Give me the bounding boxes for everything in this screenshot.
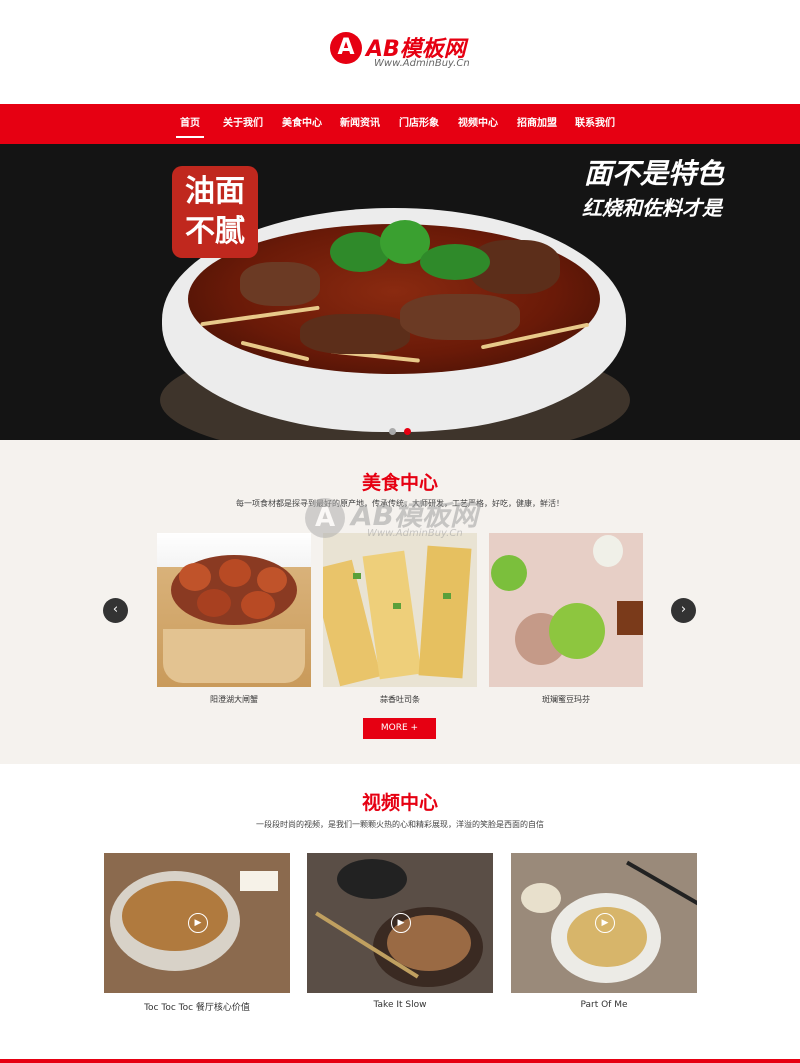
video-card-caption: Toc Toc Toc 餐厅核心价值 — [144, 1003, 250, 1013]
hero-banner[interactable]: 油面 不腻 面不是特色 红烧和佐料才是 — [0, 144, 800, 440]
beef-slice — [400, 294, 520, 340]
play-icon[interactable]: ▶ — [391, 913, 411, 933]
nav-item-contact[interactable]: 联系我们 — [575, 104, 615, 144]
nav-item-news[interactable]: 新闻资讯 — [340, 104, 380, 144]
logo-subtitle: Www.AdminBuy.Cn — [374, 58, 470, 69]
nav-item-home[interactable]: 首页 — [176, 104, 204, 144]
video-thumb-noodles: ▶ — [511, 853, 697, 993]
video-card-caption: Take It Slow — [373, 1000, 427, 1010]
watermark: A AB模板网 Www.AdminBuy.Cn — [303, 492, 503, 552]
slider-dot-active[interactable] — [404, 428, 411, 435]
watermark-mark: A — [305, 498, 345, 538]
food-card[interactable]: 阳澄湖大闸蟹 — [157, 533, 311, 705]
food-card-caption: 阳澄湖大闸蟹 — [210, 695, 258, 704]
beef-slice — [300, 314, 410, 354]
badge-line-1: 油面 — [185, 174, 245, 209]
play-icon[interactable]: ▶ — [188, 913, 208, 933]
logo-mark-icon: A — [330, 32, 362, 64]
video-card[interactable]: ▶ Toc Toc Toc 餐厅核心价值 — [104, 853, 290, 1013]
food-card[interactable]: 蒜香吐司条 — [323, 533, 477, 705]
play-icon[interactable]: ▶ — [595, 913, 615, 933]
food-card-caption: 斑斓蜜豆玛芬 — [542, 695, 590, 704]
footer-bar — [0, 1059, 800, 1063]
food-card[interactable]: 斑斓蜜豆玛芬 — [489, 533, 643, 705]
video-thumb-ramen: ▶ — [104, 853, 290, 993]
slogan-line-1: 面不是特色 — [584, 157, 725, 190]
video-card[interactable]: ▶ Part Of Me — [511, 853, 697, 1010]
food-image-garlic-toast — [323, 533, 477, 687]
watermark-sub: Www.AdminBuy.Cn — [367, 528, 463, 539]
badge-line-2: 不腻 — [185, 214, 245, 249]
food-image-muffin — [489, 533, 643, 687]
food-center-section: 美食中心 每一项食材都是探寻到最好的原产地，传承传统，大师研发，工艺严格，好吃，… — [0, 440, 800, 764]
slider-dots — [389, 420, 419, 439]
food-section-title: 美食中心 — [361, 472, 438, 494]
slogan-line-2: 红烧和佐料才是 — [582, 196, 722, 220]
cilantro — [420, 244, 490, 280]
slider-dot[interactable] — [389, 428, 396, 435]
chevron-left-icon[interactable]: ‹ — [103, 598, 128, 623]
nav-item-franchise[interactable]: 招商加盟 — [517, 104, 557, 144]
nav-item-food[interactable]: 美食中心 — [282, 104, 322, 144]
nav-item-stores[interactable]: 门店形象 — [399, 104, 439, 144]
nav-item-video[interactable]: 视频中心 — [458, 104, 498, 144]
video-thumb-soba: ▶ — [307, 853, 493, 993]
site-header: A AB模板网 Www.AdminBuy.Cn — [0, 0, 800, 104]
nav-item-about[interactable]: 关于我们 — [223, 104, 263, 144]
main-nav: 首页 关于我们 美食中心 新闻资讯 门店形象 视频中心 招商加盟 联系我们 — [0, 104, 800, 144]
video-section-desc: 一段段时尚的视频，是我们一颗颗火热的心和精彩展现，洋溢的笑脸是西面的自信 — [256, 820, 544, 829]
video-card[interactable]: ▶ Take It Slow — [307, 853, 493, 1010]
video-section-title: 视频中心 — [361, 792, 438, 814]
food-image-crab — [157, 533, 311, 687]
banner-badge: 油面 不腻 — [172, 166, 258, 258]
video-center-section: 视频中心 一段段时尚的视频，是我们一颗颗火热的心和精彩展现，洋溢的笑脸是西面的自… — [0, 764, 800, 1059]
food-card-caption: 蒜香吐司条 — [380, 695, 420, 704]
site-logo[interactable]: A AB模板网 Www.AdminBuy.Cn — [330, 32, 475, 72]
more-button[interactable]: MORE + — [363, 718, 436, 739]
chevron-right-icon[interactable]: › — [671, 598, 696, 623]
beef-slice — [240, 262, 320, 306]
video-card-caption: Part Of Me — [580, 1000, 628, 1010]
